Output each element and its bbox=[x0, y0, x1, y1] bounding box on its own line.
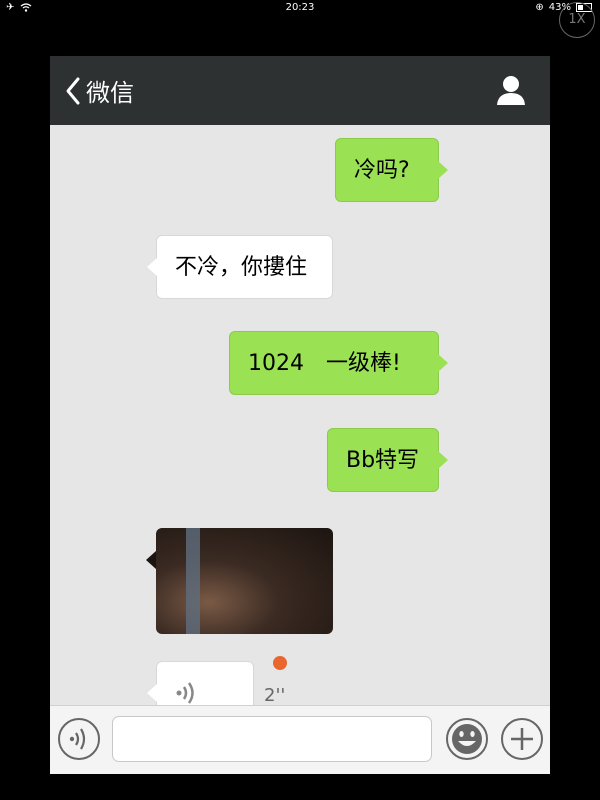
voice-duration: 2'' bbox=[264, 685, 286, 706]
message-input[interactable] bbox=[112, 716, 432, 762]
navbar: 微信 bbox=[50, 56, 550, 125]
unread-dot bbox=[273, 656, 287, 670]
plus-icon bbox=[511, 728, 533, 750]
image-bubble-tail bbox=[146, 551, 156, 569]
message-bubble-outgoing[interactable]: 1024 一级棒! bbox=[229, 331, 448, 395]
status-time: 20:23 bbox=[285, 2, 315, 13]
chat-window: 微信 冷吗? 不冷，你摟住 1024 一级棒! Bb特写 2'' bbox=[50, 56, 550, 774]
voice-wave-icon bbox=[176, 682, 194, 704]
emoji-button[interactable] bbox=[446, 718, 488, 760]
message-list[interactable]: 冷吗? 不冷，你摟住 1024 一级棒! Bb特写 2'' bbox=[50, 125, 550, 725]
message-bubble-outgoing[interactable]: Bb特写 bbox=[327, 428, 448, 492]
voice-wave-icon bbox=[69, 728, 86, 750]
message-bubble-incoming[interactable]: 不冷，你摟住 bbox=[147, 235, 333, 299]
status-bar: ✈ 20:23 ⊕ 43% bbox=[0, 0, 600, 18]
more-button[interactable] bbox=[501, 718, 543, 760]
image-message[interactable] bbox=[156, 528, 333, 634]
back-button[interactable]: 微信 bbox=[64, 73, 134, 108]
zoom-badge[interactable]: 1X bbox=[559, 2, 595, 38]
orientation-lock-icon: ⊕ bbox=[535, 2, 544, 13]
chevron-left-icon bbox=[66, 77, 80, 104]
voice-toggle-button[interactable] bbox=[58, 718, 100, 760]
input-bar bbox=[50, 705, 550, 774]
message-bubble-outgoing[interactable]: 冷吗? bbox=[335, 138, 448, 202]
smiley-icon bbox=[452, 724, 482, 754]
back-label: 微信 bbox=[86, 79, 134, 107]
person-icon[interactable] bbox=[496, 74, 526, 106]
